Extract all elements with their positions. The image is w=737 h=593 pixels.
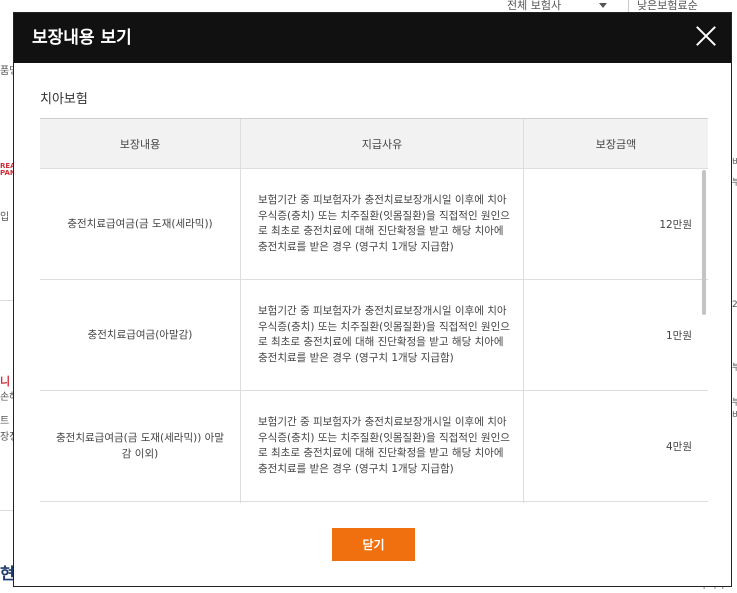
close-button[interactable]: 닫기 [332,528,415,561]
coverage-table[interactable]: 보장내용 지급사유 보장금액 충전치료급여금(금 도재(세라믹)) 보험기간 중… [40,118,708,503]
modal-title: 보장내용 보기 [32,28,132,48]
column-header-coverage: 보장내용 [119,137,161,151]
amount-cell: 12만원 [523,169,708,279]
amount-cell: 1만원 [523,280,708,390]
table-row: 충전치료급여금(금 도재(세라믹)) 보험기간 중 피보험자가 충전치료보장개시… [40,169,708,280]
bg-text: 2 [732,300,737,310]
coverage-cell: 충전치료급여금(아말감) [87,329,193,341]
reason-cell [240,502,523,503]
bg-text: 비 [732,411,737,421]
modal-header: 보장내용 보기 [14,13,731,63]
amount-cell: 4만원 [523,391,708,501]
table-scrollbar[interactable] [702,170,706,315]
insurer-filter-label: 전체 보험사 [507,0,562,12]
coverage-cell: 충전치료급여금(금 도재(세라믹)) 아말감 이외) [56,432,224,460]
coverage-cell: 충전치료급여금(금 도재(세라믹)) [67,218,213,230]
table-row: 충전치료급여금(아말감) 보험기간 중 피보험자가 충전치료보장개시일 이후에 … [40,280,708,391]
bg-text: 비 [732,158,737,168]
reason-cell: 보험기간 중 피보험자가 충전치료보장개시일 이후에 치아우식증(충치) 또는 … [240,280,523,390]
close-icon[interactable] [695,25,717,47]
table-body: 충전치료급여금(금 도재(세라믹)) 보험기간 중 피보험자가 충전치료보장개시… [40,169,708,503]
amount-cell [523,502,708,503]
divider [0,510,14,511]
bg-text: 부 [732,398,737,408]
bg-text: 부 [732,178,737,188]
reason-cell: 보험기간 중 피보험자가 충전치료보장개시일 이후에 치아우식증(충치) 또는 … [240,169,523,279]
insurer-filter-select[interactable]: 전체 보험사 [495,0,613,13]
bg-text: 입 [0,212,10,223]
coverage-details-modal: 보장내용 보기 치아보험 보장내용 지급사유 보장금액 충전치료급여금(금 도재… [14,13,731,586]
bg-text: 부 [732,363,737,373]
column-header-reason: 지급사유 [240,119,523,168]
sort-select[interactable]: 낮은보험료순 [628,0,737,12]
table-row: 충전치료급여금(금 도재(세라믹)) 아말감 이외) 보험기간 중 피보험자가 … [40,391,708,502]
section-title: 치아보험 [40,92,88,107]
chevron-down-icon [599,3,607,8]
coverage-cell [40,502,240,503]
column-header-amount: 보장금액 [523,119,708,168]
table-row [40,502,708,503]
divider [0,300,14,301]
reason-cell: 보험기간 중 피보험자가 충전치료보장개시일 이후에 치아우식증(충치) 또는 … [240,391,523,501]
table-header: 보장내용 지급사유 보장금액 [40,119,708,169]
